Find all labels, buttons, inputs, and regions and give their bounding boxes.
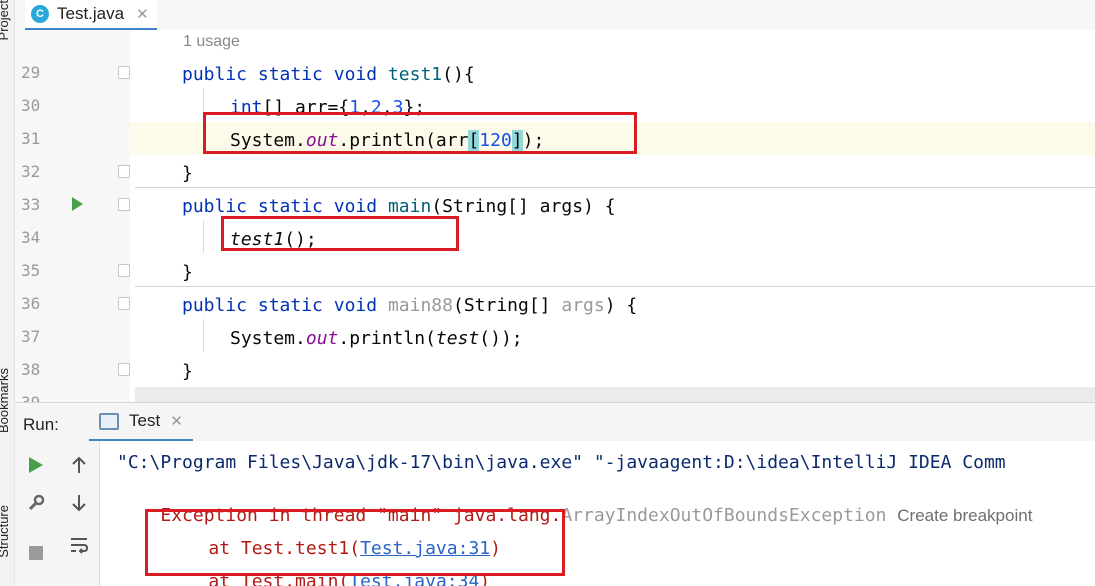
- line-number: 38: [21, 360, 41, 379]
- run-tab-test[interactable]: Test ✕: [89, 403, 193, 442]
- run-tab-label: Test: [129, 411, 161, 430]
- arrow-up-icon: [72, 456, 86, 473]
- usage-hint[interactable]: 1 usage: [183, 33, 240, 51]
- editor-tab-bar: C Test.java ✕: [15, 0, 1095, 31]
- soft-wrap-icon: [71, 538, 89, 554]
- editor-horizontal-scrollbar[interactable]: [135, 387, 1095, 402]
- editor-tab-test-java[interactable]: C Test.java ✕: [25, 0, 157, 31]
- line-number: 32: [21, 162, 41, 181]
- settings-button[interactable]: [22, 489, 50, 517]
- editor-tab-label: Test.java: [57, 4, 125, 23]
- line-number: 39: [21, 393, 40, 402]
- highlight-box-line-31: [203, 112, 637, 154]
- structure-tool-label[interactable]: Structure: [0, 505, 11, 558]
- close-icon[interactable]: ✕: [170, 412, 183, 430]
- console-command-line: "C:\Program Files\Java\jdk-17\bin\java.e…: [117, 452, 1006, 473]
- code-editor[interactable]: 29 30 31 32 33 34 35 36 37 38 39 1 usage…: [15, 30, 1095, 402]
- run-panel-header: Run: Test ✕: [15, 402, 1095, 442]
- fold-icon[interactable]: [118, 297, 130, 310]
- code-line-38: }: [182, 361, 193, 382]
- line-number: 36: [21, 294, 41, 313]
- side-tool-strip: Project Bookmarks Structure: [0, 0, 15, 586]
- play-icon: [29, 457, 43, 473]
- rerun-button[interactable]: [22, 451, 50, 479]
- line-number: 33: [21, 195, 41, 214]
- code-line-29: public static void test1(){: [182, 64, 475, 85]
- editor-gutter: 29 30 31 32 33 34 35 36 37 38 39: [15, 30, 130, 402]
- create-breakpoint-link[interactable]: Create breakpoint: [897, 506, 1032, 525]
- scroll-up-button[interactable]: [65, 451, 93, 479]
- close-icon[interactable]: ✕: [136, 5, 149, 23]
- line-number: 35: [21, 261, 41, 280]
- line-number: 29: [21, 63, 41, 82]
- wrench-icon: [28, 494, 45, 511]
- run-panel-title: Run:: [23, 415, 59, 434]
- code-line-32: }: [182, 163, 193, 184]
- code-line-35: }: [182, 262, 193, 283]
- code-line-37: System.out.println(test());: [230, 328, 523, 349]
- fold-icon[interactable]: [118, 363, 130, 376]
- fold-icon[interactable]: [118, 66, 130, 79]
- line-number: 30: [21, 96, 41, 115]
- console-icon: [99, 412, 119, 430]
- soft-wrap-button[interactable]: [65, 531, 93, 559]
- highlight-box-stacktrace: [145, 509, 565, 576]
- bookmarks-tool-label[interactable]: Bookmarks: [0, 368, 11, 433]
- stop-icon: [29, 546, 43, 560]
- line-number: 37: [21, 327, 41, 346]
- code-line-36: public static void main88(String[] args)…: [182, 295, 638, 316]
- fold-icon[interactable]: [118, 165, 130, 178]
- run-main-icon[interactable]: [72, 197, 83, 211]
- arrow-down-icon: [72, 495, 86, 512]
- run-toolbar: [15, 441, 100, 586]
- highlight-box-line-34: [221, 216, 459, 251]
- line-number: 34: [21, 228, 41, 247]
- project-tool-label[interactable]: Project: [0, 0, 11, 40]
- console-output[interactable]: "C:\Program Files\Java\jdk-17\bin\java.e…: [100, 441, 1095, 586]
- stop-button[interactable]: [22, 539, 50, 567]
- fold-icon[interactable]: [118, 198, 130, 211]
- java-class-icon: C: [31, 5, 49, 23]
- indent-guide: [203, 319, 204, 352]
- indent-guide: [203, 220, 204, 253]
- fold-icon[interactable]: [118, 264, 130, 277]
- scroll-down-button[interactable]: [65, 489, 93, 517]
- exception-class-link[interactable]: ArrayIndexOutOfBoundsException: [561, 505, 886, 526]
- line-number: 31: [21, 129, 41, 148]
